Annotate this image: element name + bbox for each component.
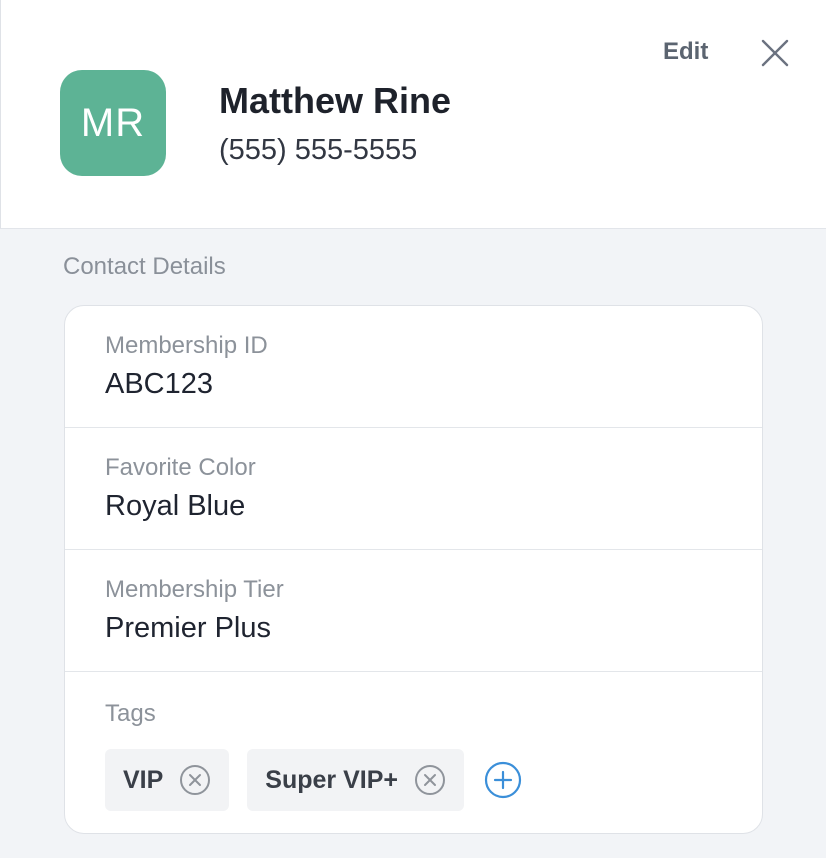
field-row-favorite-color: Favorite Color Royal Blue: [65, 428, 762, 550]
field-value: Royal Blue: [105, 490, 246, 522]
avatar: MR: [60, 70, 166, 176]
tag-chip: VIP: [105, 749, 230, 811]
field-value: ABC123: [105, 368, 214, 400]
contact-name: Matthew Rine: [219, 80, 452, 121]
field-row-membership-tier: Membership Tier Premier Plus: [65, 550, 762, 672]
x-circle-icon[interactable]: [414, 764, 446, 796]
tags-label: Tags: [105, 700, 156, 727]
close-icon[interactable]: [759, 37, 791, 69]
contact-phone: (555) 555-5555: [219, 134, 418, 166]
field-row-membership-id: Membership ID ABC123: [65, 306, 762, 428]
plus-circle-icon[interactable]: [484, 761, 522, 799]
contact-details-card: Membership ID ABC123 Favorite Color Roya…: [64, 305, 763, 834]
field-label: Favorite Color: [105, 454, 256, 481]
x-circle-icon[interactable]: [179, 764, 211, 796]
field-label: Membership ID: [105, 332, 268, 359]
section-title: Contact Details: [63, 253, 226, 280]
edit-button[interactable]: Edit: [663, 38, 708, 66]
tag-label: Super VIP+: [265, 765, 398, 794]
field-value: Premier Plus: [105, 612, 271, 644]
tag-list: VIP Super VIP+: [105, 749, 762, 811]
tag-label: VIP: [123, 765, 164, 794]
contact-header: MR Matthew Rine (555) 555-5555 Edit: [0, 0, 826, 229]
tag-chip: Super VIP+: [247, 749, 464, 811]
tags-row: Tags VIP Super VIP+: [65, 672, 762, 811]
field-label: Membership Tier: [105, 576, 284, 603]
